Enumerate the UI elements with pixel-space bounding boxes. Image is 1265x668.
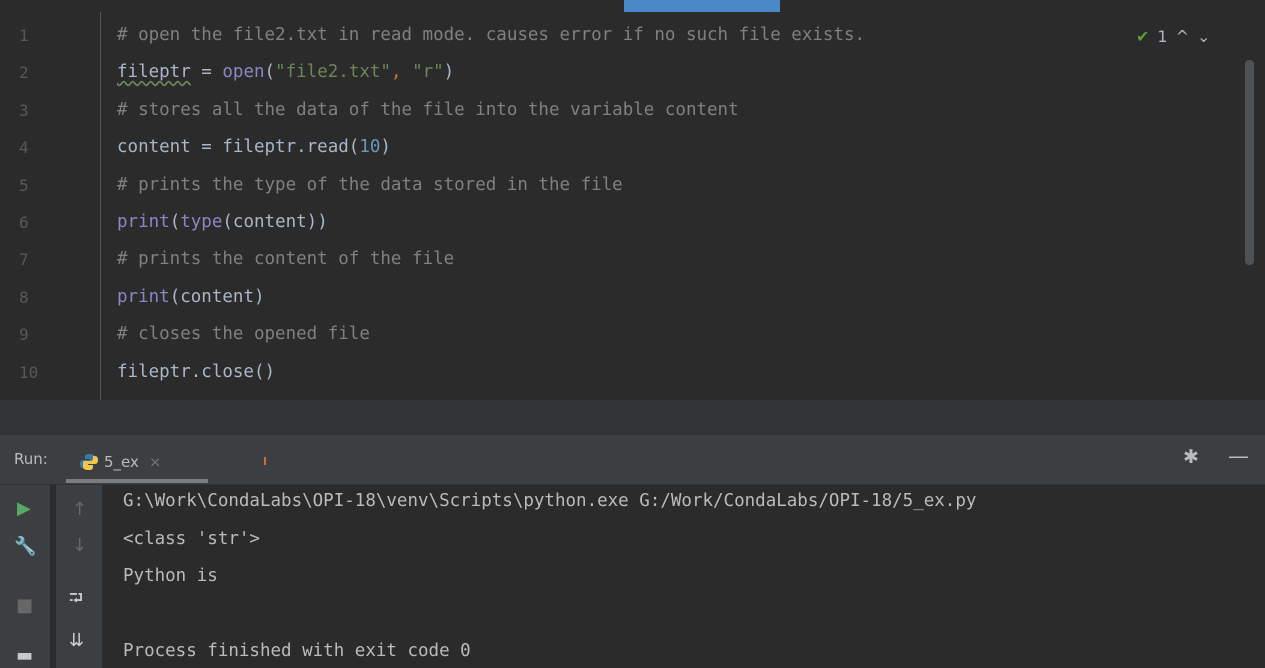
code-token: # closes the opened file <box>117 324 370 345</box>
code-text[interactable]: # closes the opened file <box>117 316 370 353</box>
console-line: Python is <box>123 566 218 586</box>
code-token: "file2.txt" <box>275 62 391 83</box>
layout-icon[interactable]: ▬ <box>16 645 33 666</box>
run-tab-5-ex[interactable]: 5_ex × <box>80 443 208 481</box>
close-tab-icon[interactable]: × <box>149 453 162 471</box>
run-tools-right: ↑ ↓ ⮒ ⇊ <box>56 485 102 668</box>
code-token: (content) <box>169 286 265 307</box>
line-number: 7 <box>19 250 29 270</box>
line-number: 2 <box>19 63 29 83</box>
code-text[interactable]: # prints the type of the data stored in … <box>117 167 623 204</box>
code-text[interactable]: content = fileptr.read(10) <box>117 129 391 166</box>
code-token: ( <box>169 212 181 232</box>
line-number: 9 <box>19 325 29 345</box>
next-highlight-button[interactable]: ⌄ <box>1197 27 1210 46</box>
gutter-separator <box>100 12 101 400</box>
line-number: 6 <box>19 213 29 232</box>
code-text[interactable]: print(content) <box>117 279 265 316</box>
wrench-icon[interactable]: 🔧 <box>14 536 36 557</box>
minimize-icon[interactable]: — <box>1228 444 1249 468</box>
code-token: # prints the type of the data stored in … <box>117 174 623 195</box>
run-tab-active-indicator <box>66 479 208 483</box>
run-label: Run: <box>14 450 48 468</box>
code-token: 10 <box>359 137 381 158</box>
error-marker <box>264 457 266 465</box>
editor-tool-window-divider[interactable] <box>0 400 1265 435</box>
run-toolbar: Run: 5_ex × ✱ — <box>0 435 1265 485</box>
code-token: ) <box>380 137 391 158</box>
code-text[interactable]: fileptr = open("file2.txt", "r") <box>117 54 454 91</box>
editor-tab-indicator <box>624 0 780 12</box>
line-number: 1 <box>19 26 29 45</box>
editor-vertical-scrollbar[interactable] <box>1245 60 1254 265</box>
line-number: 4 <box>19 138 29 158</box>
code-token: , <box>390 62 413 83</box>
down-arrow-icon[interactable]: ↓ <box>72 535 87 556</box>
code-token: fileptr.close() <box>117 361 276 382</box>
code-text[interactable]: # open the file2.txt in read mode. cause… <box>117 17 865 54</box>
code-text[interactable]: # prints the content of the file <box>117 241 454 278</box>
console-line: G:\Work\CondaLabs\OPI-18\venv\Scripts\py… <box>123 491 977 511</box>
stop-button[interactable]: ■ <box>16 595 33 616</box>
code-token: print <box>117 212 170 232</box>
up-arrow-icon[interactable]: ↑ <box>72 499 87 520</box>
scroll-to-end-icon[interactable]: ⇊ <box>69 630 84 651</box>
code-token: # prints the content of the file <box>117 249 455 270</box>
console-line: <class 'str'> <box>123 528 260 549</box>
previous-highlight-button[interactable]: ^ <box>1176 27 1189 46</box>
line-number: 10 <box>19 362 39 382</box>
inspection-count: 1 <box>1157 26 1168 46</box>
code-text[interactable]: print(type(content)) <box>117 204 328 241</box>
code-token: content = fileptr.read( <box>117 137 360 158</box>
code-text[interactable]: fileptr.close() <box>117 354 275 391</box>
line-number: 8 <box>19 287 29 307</box>
soft-wrap-icon[interactable]: ⮒ <box>69 586 83 616</box>
run-tab-label: 5_ex <box>104 453 139 471</box>
inspection-widget[interactable]: ✔ 1 ^ ⌄ <box>1136 22 1210 50</box>
python-icon <box>80 454 98 470</box>
inspection-check-icon: ✔ <box>1136 26 1150 46</box>
code-token: print <box>117 286 170 307</box>
code-token: ) <box>443 62 455 83</box>
code-token: # stores all the data of the file into t… <box>117 99 739 120</box>
code-token: type <box>180 212 223 232</box>
code-editor[interactable]: 1 # open the file2.txt in read mode. caus… <box>0 0 1265 435</box>
code-token: (content)) <box>222 212 328 232</box>
line-number: 3 <box>19 100 29 120</box>
line-number-gutter <box>0 12 100 400</box>
console-line: Process finished with exit code 0 <box>123 641 471 661</box>
gear-icon[interactable]: ✱ <box>1183 446 1199 468</box>
console-output[interactable]: G:\Work\CondaLabs\OPI-18\venv\Scripts\py… <box>0 485 1265 668</box>
code-text[interactable]: # stores all the data of the file into t… <box>117 92 739 129</box>
run-tools-left: ▶ 🔧 ■ ▬ <box>0 485 50 668</box>
code-token: "r" <box>412 62 444 83</box>
code-token: # open the file2.txt in read mode. cause… <box>117 25 866 45</box>
line-number: 5 <box>19 175 29 195</box>
rerun-button[interactable]: ▶ <box>17 498 31 519</box>
code-token: open <box>222 62 265 83</box>
code-token: ( <box>264 62 276 83</box>
code-token: fileptr <box>117 62 191 83</box>
code-token: = <box>190 62 223 83</box>
